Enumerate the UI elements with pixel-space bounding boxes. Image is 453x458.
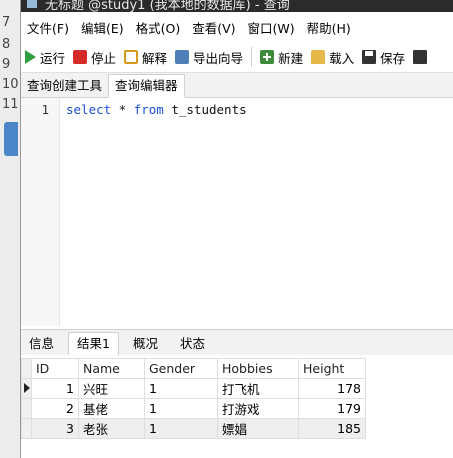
export-wizard-button[interactable]: 导出向导 bbox=[171, 45, 247, 69]
cell-height[interactable]: 179 bbox=[298, 398, 366, 419]
tab-query-editor[interactable]: 查询编辑器 bbox=[108, 74, 185, 98]
background-editor-gutter: 7 8 9 10 11 bbox=[0, 0, 20, 458]
sql-editor[interactable]: 1 select * from t_students bbox=[21, 98, 453, 326]
cell-name[interactable]: 基佬 bbox=[78, 398, 145, 419]
cell-id[interactable]: 2 bbox=[31, 398, 79, 419]
stop-button[interactable]: 停止 bbox=[69, 45, 120, 69]
column-header-id[interactable]: ID bbox=[31, 358, 79, 379]
app-icon bbox=[27, 0, 37, 8]
tab-overview[interactable]: 概况 bbox=[125, 333, 166, 355]
background-line-number: 9 bbox=[2, 57, 11, 72]
window-title: 无标题 @study1 (我本地的数据库) - 查询 bbox=[45, 0, 290, 12]
code-table-name: t_students bbox=[163, 102, 247, 117]
menu-help[interactable]: 帮助(H) bbox=[301, 18, 357, 37]
menu-view[interactable]: 查看(V) bbox=[186, 18, 241, 37]
stop-label: 停止 bbox=[91, 50, 117, 66]
editor-tabs: 查询创建工具 查询编辑器 bbox=[21, 73, 453, 98]
background-line-number: 7 bbox=[2, 15, 11, 30]
save-button[interactable]: 保存 bbox=[358, 45, 409, 69]
tab-query-builder[interactable]: 查询创建工具 bbox=[21, 75, 108, 97]
grid-header-row: ID Name Gender Hobbies Height bbox=[21, 358, 366, 379]
keyword-from: from bbox=[133, 102, 164, 117]
tab-status[interactable]: 状态 bbox=[172, 333, 213, 355]
table-row[interactable]: 3 老张 1 嫖娼 185 bbox=[21, 418, 366, 439]
column-header-hobbies[interactable]: Hobbies bbox=[217, 358, 299, 379]
floppy-disk-icon bbox=[362, 50, 377, 64]
toolbar-divider bbox=[251, 47, 253, 67]
cell-id[interactable]: 3 bbox=[31, 418, 79, 439]
new-label: 新建 bbox=[278, 50, 304, 66]
background-line-number: 10 bbox=[2, 77, 19, 92]
new-icon bbox=[260, 50, 275, 64]
code-star: * bbox=[111, 102, 134, 117]
column-header-name[interactable]: Name bbox=[78, 358, 145, 379]
menu-edit[interactable]: 编辑(E) bbox=[75, 18, 130, 37]
export-wizard-label: 导出向导 bbox=[193, 50, 244, 66]
save-as-icon bbox=[413, 50, 428, 64]
background-side-tab[interactable] bbox=[4, 122, 18, 156]
cell-id[interactable]: 1 bbox=[31, 378, 79, 399]
menu-bar: 文件(F) 编辑(E) 格式(O) 查看(V) 窗口(W) 帮助(H) bbox=[21, 12, 453, 42]
table-row[interactable]: 1 兴旺 1 打飞机 178 bbox=[21, 378, 366, 399]
cell-height[interactable]: 178 bbox=[298, 378, 366, 399]
screen: 7 8 9 10 11 无标题 @study1 (我本地的数据库) - 查询 文… bbox=[0, 0, 453, 458]
result-grid: ID Name Gender Hobbies Height 1 兴旺 1 打飞机 bbox=[21, 358, 366, 439]
load-button[interactable]: 载入 bbox=[307, 45, 358, 69]
export-icon bbox=[175, 50, 190, 64]
tab-info[interactable]: 信息 bbox=[21, 333, 62, 355]
query-window: 无标题 @study1 (我本地的数据库) - 查询 文件(F) 编辑(E) 格… bbox=[20, 0, 453, 458]
save-label: 保存 bbox=[380, 50, 406, 66]
new-button[interactable]: 新建 bbox=[256, 45, 307, 69]
load-label: 载入 bbox=[329, 50, 355, 66]
cell-name[interactable]: 兴旺 bbox=[78, 378, 145, 399]
play-icon bbox=[25, 50, 36, 64]
column-header-gender[interactable]: Gender bbox=[144, 358, 218, 379]
cell-hobbies[interactable]: 打飞机 bbox=[217, 378, 299, 399]
line-number: 1 bbox=[41, 102, 49, 117]
menu-window[interactable]: 窗口(W) bbox=[242, 18, 301, 37]
explain-button[interactable]: 解释 bbox=[120, 45, 171, 69]
cell-hobbies[interactable]: 打游戏 bbox=[217, 398, 299, 419]
row-indicator-header bbox=[21, 358, 32, 379]
keyword-select: select bbox=[66, 102, 112, 117]
menu-format[interactable]: 格式(O) bbox=[130, 18, 187, 37]
background-line-number: 8 bbox=[2, 37, 11, 52]
title-bar: 无标题 @study1 (我本地的数据库) - 查询 bbox=[21, 0, 453, 12]
stop-icon bbox=[73, 50, 88, 64]
run-label: 运行 bbox=[40, 50, 66, 66]
save-as-button[interactable] bbox=[409, 45, 435, 69]
table-row[interactable]: 2 基佬 1 打游戏 179 bbox=[21, 398, 366, 419]
cell-height[interactable]: 185 bbox=[298, 418, 366, 439]
result-tabs: 信息 结果1 概况 状态 bbox=[21, 329, 453, 356]
current-row-pointer-icon bbox=[23, 383, 30, 393]
result-grid-area: ID Name Gender Hobbies Height 1 兴旺 1 打飞机 bbox=[21, 355, 453, 458]
explain-icon bbox=[124, 50, 139, 64]
row-indicator bbox=[21, 398, 32, 419]
cell-gender[interactable]: 1 bbox=[144, 398, 218, 419]
run-button[interactable]: 运行 bbox=[21, 45, 69, 69]
cell-hobbies[interactable]: 嫖娼 bbox=[217, 418, 299, 439]
cell-gender[interactable]: 1 bbox=[144, 378, 218, 399]
toolbar: 运行 停止 解释 导出向导 新建 载入 保存 bbox=[21, 42, 453, 73]
folder-icon bbox=[311, 50, 326, 64]
cell-gender[interactable]: 1 bbox=[144, 418, 218, 439]
row-indicator bbox=[21, 378, 32, 399]
menu-file[interactable]: 文件(F) bbox=[21, 18, 75, 37]
cell-name[interactable]: 老张 bbox=[78, 418, 145, 439]
sql-code-line[interactable]: select * from t_students bbox=[66, 102, 247, 117]
row-indicator bbox=[21, 418, 32, 439]
background-line-number: 11 bbox=[2, 97, 19, 112]
tab-result1[interactable]: 结果1 bbox=[68, 332, 119, 356]
explain-label: 解释 bbox=[142, 50, 168, 66]
editor-gutter: 1 bbox=[21, 98, 60, 326]
column-header-height[interactable]: Height bbox=[298, 358, 366, 379]
